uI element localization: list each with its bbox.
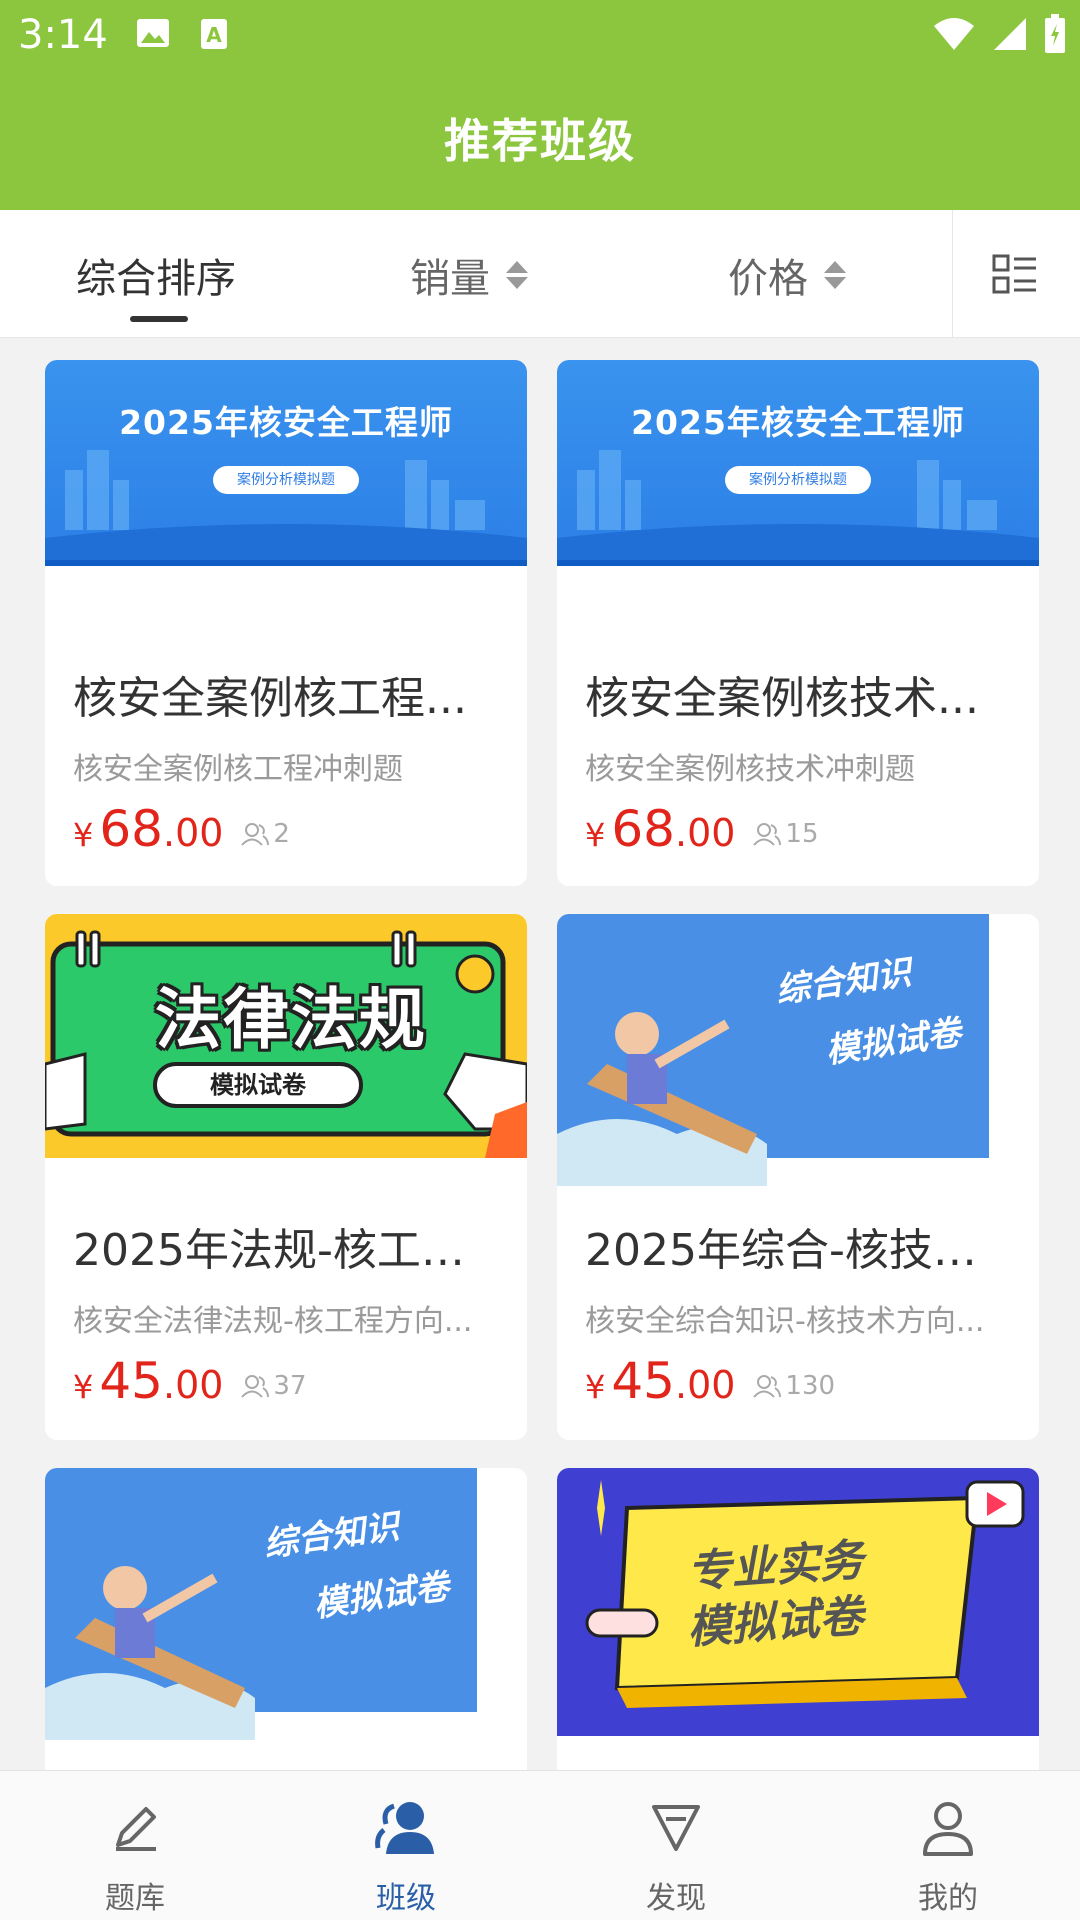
nav-item-discover[interactable]: 发现 (606, 1797, 746, 1917)
class-banner-image: 2025年核安全工程师 案例分析模拟题 (557, 360, 1039, 566)
text-icon: A (201, 19, 227, 49)
banner-title: 2025年核安全工程师 (631, 403, 965, 442)
class-banner-image: 综合知识 模拟试卷 (557, 914, 1039, 1186)
class-price: ¥ 68 .00 15 (585, 800, 819, 858)
sort-tab-label: 价格 (728, 256, 808, 302)
nav-label: 发现 (646, 1881, 706, 1916)
image-icon (137, 19, 169, 47)
pencil-icon (116, 1807, 156, 1851)
buyer-count: 130 (753, 1371, 835, 1401)
status-bar: 3:14 A (0, 0, 1080, 72)
class-card[interactable]: 2025年核安全工程师 案例分析模拟题 核安全案例核工程... 核安全案例核工程… (45, 360, 527, 886)
class-name: 2025年法规-核工程... (73, 1225, 503, 1276)
class-name: 核安全案例核技术... (585, 673, 979, 724)
price-integer: 45 (99, 1352, 163, 1410)
currency-symbol: ¥ (73, 816, 94, 854)
nav-label: 我的 (918, 1881, 978, 1916)
sort-tab-label: 综合排序 (76, 256, 236, 302)
class-banner-image: 综合知识 模拟试卷 (45, 1468, 527, 1740)
class-banner-image: 2025年核安全工程师 案例分析模拟题 (45, 360, 527, 566)
class-desc: 核安全综合知识-核技术方向... (585, 1304, 985, 1339)
divider (952, 210, 953, 338)
list-grid-icon[interactable] (990, 250, 1040, 300)
sort-arrows-icon (824, 261, 846, 289)
price-decimal: .00 (162, 1363, 224, 1407)
buyer-count: 37 (241, 1371, 307, 1401)
class-price: ¥ 68 .00 2 (73, 800, 290, 858)
class-price: ¥ 45 .00 37 (73, 1352, 307, 1410)
buyer-count-value: 2 (273, 819, 290, 849)
signal-icon (994, 18, 1026, 50)
status-time: 3:14 (18, 12, 108, 58)
banner-subtitle: 模拟试卷 (685, 1590, 865, 1655)
sort-tab-label: 销量 (410, 256, 490, 302)
class-card[interactable]: 2025年核安全工程师 案例分析模拟题 核安全案例核技术... 核安全案例核技术… (557, 360, 1039, 886)
class-price: ¥ 45 .00 130 (585, 1352, 835, 1410)
nav-item-classes[interactable]: 班级 (336, 1797, 476, 1917)
nav-item-profile[interactable]: 我的 (878, 1797, 1018, 1917)
currency-symbol: ¥ (73, 1368, 94, 1406)
profile-icon (923, 1802, 973, 1856)
active-tab-indicator (130, 316, 188, 322)
bottom-nav: 题库 班级 发现 我的 (0, 1770, 1080, 1920)
battery-icon (1045, 14, 1065, 53)
class-card[interactable]: 法律法规 模拟试卷 2025年法规-核工程... 核安全法律法规-核工程方向..… (45, 914, 527, 1440)
sort-tab-comprehensive[interactable]: 综合排序 (76, 246, 236, 304)
banner-pill: 案例分析模拟题 (725, 466, 871, 494)
buyer-count: 2 (241, 819, 290, 849)
users-icon (753, 1375, 782, 1398)
discover-icon (652, 1805, 700, 1851)
sort-tab-sales[interactable]: 销量 (410, 246, 528, 304)
class-card[interactable]: 综合知识 模拟试卷 (45, 1468, 527, 1788)
currency-symbol: ¥ (585, 1368, 606, 1406)
price-integer: 45 (611, 1352, 675, 1410)
svg-text:A: A (206, 23, 222, 47)
price-decimal: .00 (674, 811, 736, 855)
wifi-icon (934, 18, 974, 50)
header-bar: 3:14 A 推荐班级 (0, 0, 1080, 210)
banner-pill: 案例分析模拟题 (213, 466, 359, 494)
price-decimal: .00 (674, 1363, 736, 1407)
users-icon (241, 823, 270, 846)
class-card[interactable]: 综合知识 模拟试卷 2025年综合-核技术... 核安全综合知识-核技术方向..… (557, 914, 1039, 1440)
price-integer: 68 (611, 800, 675, 858)
users-icon (241, 1375, 270, 1398)
banner-title: 2025年核安全工程师 (119, 403, 453, 442)
currency-symbol: ¥ (585, 816, 606, 854)
page-title: 推荐班级 (444, 114, 636, 168)
price-decimal: .00 (162, 811, 224, 855)
buyer-count: 15 (753, 819, 819, 849)
sort-bar: 综合排序 销量 价格 (0, 210, 1080, 338)
class-desc: 核安全案例核技术冲刺题 (585, 752, 915, 787)
price-integer: 68 (99, 800, 163, 858)
class-banner-image: 法律法规 模拟试卷 (45, 914, 527, 1158)
nav-label: 题库 (105, 1881, 165, 1916)
buyer-count-value: 15 (785, 819, 819, 849)
users-icon (375, 1802, 434, 1854)
nav-label: 班级 (376, 1881, 436, 1916)
class-name: 核安全案例核工程... (73, 673, 467, 724)
banner-pill: 模拟试卷 (153, 1062, 363, 1108)
class-card[interactable]: 专业实务 模拟试卷 (557, 1468, 1039, 1788)
sort-arrows-icon (506, 261, 528, 289)
buyer-count-value: 130 (785, 1371, 836, 1401)
class-banner-image: 专业实务 模拟试卷 (557, 1468, 1039, 1736)
sort-tab-price[interactable]: 价格 (728, 246, 846, 304)
buyer-count-value: 37 (273, 1371, 307, 1401)
users-icon (753, 823, 782, 846)
class-desc: 核安全案例核工程冲刺题 (73, 752, 403, 787)
nav-item-question-bank[interactable]: 题库 (65, 1797, 205, 1917)
class-desc: 核安全法律法规-核工程方向... (73, 1304, 473, 1339)
class-name: 2025年综合-核技术... (585, 1225, 1015, 1276)
banner-title: 法律法规 (155, 981, 427, 1058)
